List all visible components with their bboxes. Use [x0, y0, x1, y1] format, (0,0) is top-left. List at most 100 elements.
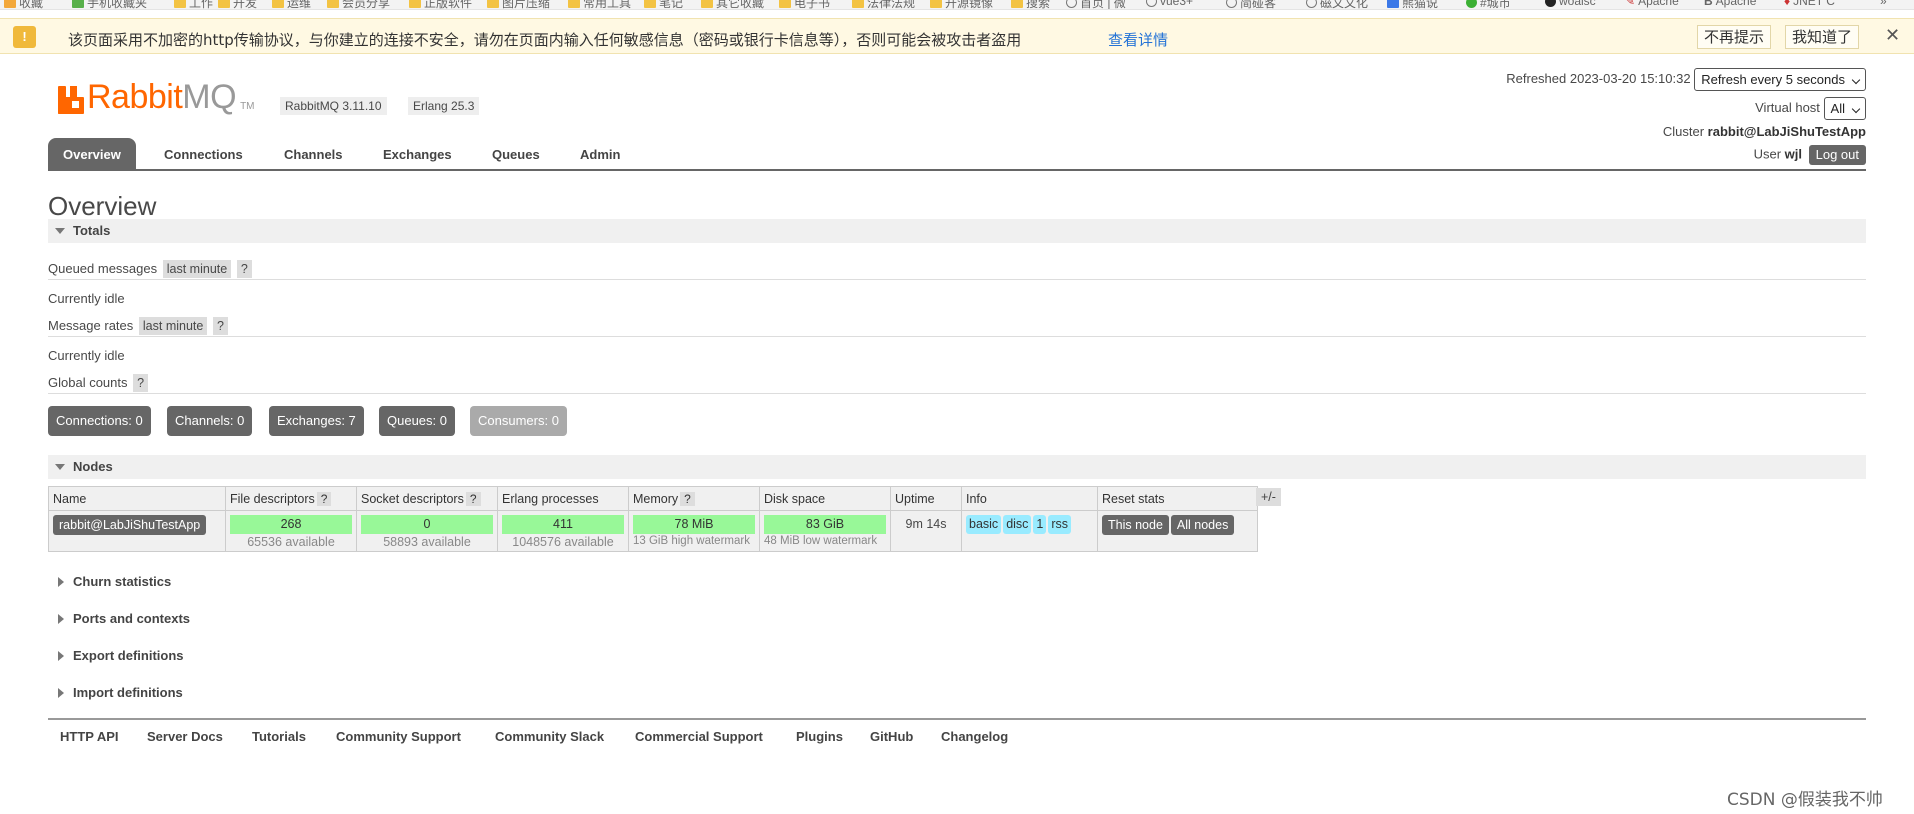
rabbitmq-logo[interactable]: Rabbit MQ TM	[58, 78, 255, 114]
bookmark-item[interactable]: 收藏	[4, 0, 43, 9]
folder-icon	[644, 0, 656, 8]
bookmark-item[interactable]: 运维	[272, 0, 311, 9]
totals-section-header[interactable]: Totals	[48, 219, 1866, 243]
divider	[48, 336, 1866, 337]
nodes-section-header[interactable]: Nodes	[48, 455, 1866, 479]
queues-count-button[interactable]: Queues: 0	[379, 406, 455, 436]
bookmark-item[interactable]: B Apache	[1704, 0, 1756, 8]
tab-connections[interactable]: Connections	[149, 138, 258, 171]
page-title: Overview	[48, 191, 157, 221]
reset-all-nodes-button[interactable]: All nodes	[1170, 515, 1235, 535]
bookmark-item[interactable]: 图片压缩	[487, 0, 550, 9]
connections-count-button[interactable]: Connections: 0	[48, 406, 151, 436]
exchanges-count-button[interactable]: Exchanges: 7	[269, 406, 364, 436]
bookmark-item[interactable]: 会员分享	[327, 0, 390, 9]
bookmark-item[interactable]: 笔记	[644, 0, 683, 9]
col-header-memory: Memory?	[628, 486, 760, 511]
footer-link-commercial-support[interactable]: Commercial Support	[635, 729, 763, 744]
bookmark-item[interactable]: 常用工具	[568, 0, 631, 9]
footer-link-community-support[interactable]: Community Support	[336, 729, 461, 744]
help-button[interactable]: ?	[133, 374, 149, 392]
footer-link-tutorials[interactable]: Tutorials	[252, 729, 306, 744]
ports-and-contexts-section[interactable]: Ports and contexts	[48, 607, 1866, 631]
got-it-button[interactable]: 我知道了	[1785, 25, 1860, 49]
bookmark-item[interactable]: 工作	[174, 0, 213, 9]
bookmark-item[interactable]: 搜索	[1011, 0, 1050, 9]
bookmark-item[interactable]: ♦ JNET C	[1784, 0, 1835, 8]
j-icon: ♦	[1784, 0, 1791, 8]
help-button[interactable]: ?	[212, 317, 228, 335]
channels-count-button[interactable]: Channels: 0	[167, 406, 253, 436]
bookmark-item[interactable]: 开发	[218, 0, 257, 9]
queued-range-selector[interactable]: last minute	[162, 260, 232, 278]
bookmark-item[interactable]: 简碰客	[1226, 0, 1276, 9]
tab-admin[interactable]: Admin	[565, 138, 635, 171]
node-name-link[interactable]: rabbit@LabJiShuTestApp	[53, 515, 207, 535]
tab-overview[interactable]: Overview	[48, 138, 136, 171]
close-icon[interactable]: ✕	[1885, 25, 1900, 46]
reset-this-node-button[interactable]: This node	[1102, 515, 1169, 535]
star-icon	[4, 0, 16, 8]
info-tag-disc[interactable]: disc	[1003, 515, 1032, 534]
bookmark-item[interactable]: ✎ Apache	[1625, 0, 1679, 8]
col-header-name: Name	[48, 486, 226, 511]
folder-icon	[930, 0, 942, 8]
footer-link-server-docs[interactable]: Server Docs	[147, 729, 223, 744]
folder-icon	[409, 0, 421, 8]
bookmark-item[interactable]: 手机收藏夹	[72, 0, 147, 9]
footer-link-http-api[interactable]: HTTP API	[60, 729, 119, 744]
collapsed-triangle-icon	[58, 577, 64, 587]
bookmark-item[interactable]: #城市	[1466, 0, 1511, 9]
bookmark-item[interactable]: 电子书	[779, 0, 830, 9]
bookmark-item[interactable]: 磁文文化	[1306, 0, 1368, 9]
globe-icon	[1306, 0, 1317, 8]
file-descriptors-cell: 268 65536 available	[225, 510, 357, 552]
tab-channels[interactable]: Channels	[269, 138, 358, 171]
vhost-select[interactable]: All	[1823, 97, 1866, 120]
help-button[interactable]: ?	[680, 491, 695, 506]
bookmark-item[interactable]: 其它收藏	[701, 0, 764, 9]
bookmark-item[interactable]: 正版软件	[409, 0, 472, 9]
export-definitions-section[interactable]: Export definitions	[48, 644, 1866, 668]
uptime-cell: 9m 14s	[890, 510, 962, 552]
bookmark-item[interactable]: woaisc	[1545, 0, 1596, 8]
footer-link-plugins[interactable]: Plugins	[796, 729, 843, 744]
expanded-triangle-icon	[55, 464, 65, 470]
wechat-icon	[1466, 0, 1477, 8]
site-icon	[1387, 0, 1399, 8]
rates-range-selector[interactable]: last minute	[138, 317, 208, 335]
bookmark-item[interactable]: 熊猫说	[1387, 0, 1438, 9]
footer-link-changelog[interactable]: Changelog	[941, 729, 1008, 744]
tab-exchanges[interactable]: Exchanges	[368, 138, 467, 171]
bookmarks-more-icon[interactable]: »	[1880, 0, 1887, 8]
toggle-columns-button[interactable]: +/-	[1256, 488, 1281, 506]
bookmark-item[interactable]: vue3+	[1146, 0, 1193, 8]
refresh-interval-select[interactable]: Refresh every 5 seconds	[1694, 68, 1866, 91]
no-remind-button[interactable]: 不再提示	[1697, 25, 1772, 49]
import-definitions-section[interactable]: Import definitions	[48, 681, 1866, 705]
folder-icon	[72, 0, 84, 8]
table-header-row: Name File descriptors? Socket descriptor…	[48, 486, 1258, 511]
memory-cell: 78 MiB 13 GiB high watermark	[628, 510, 760, 552]
tab-queues[interactable]: Queues	[477, 138, 555, 171]
bookmark-item[interactable]: 首页 | 微	[1066, 0, 1126, 9]
global-counts-row: Global counts ?	[48, 374, 149, 392]
help-button[interactable]: ?	[316, 491, 332, 506]
help-button[interactable]: ?	[236, 260, 252, 278]
footer-link-community-slack[interactable]: Community Slack	[495, 729, 604, 744]
file-descriptors-bar: 268	[230, 515, 352, 534]
info-tag-count[interactable]: 1	[1033, 515, 1047, 534]
info-tag-basic[interactable]: basic	[966, 515, 1002, 534]
col-header-uptime: Uptime	[890, 486, 962, 511]
socket-descriptors-bar: 0	[361, 515, 493, 534]
footer-link-github[interactable]: GitHub	[870, 729, 913, 744]
consumers-count-button[interactable]: Consumers: 0	[470, 406, 567, 436]
churn-statistics-section[interactable]: Churn statistics	[48, 570, 1866, 594]
bookmark-item[interactable]: 法律法规	[852, 0, 915, 9]
vhost-label: Virtual host	[1755, 99, 1820, 115]
bookmark-item[interactable]: 开源镜像	[930, 0, 993, 9]
help-button[interactable]: ?	[465, 491, 481, 506]
view-details-link[interactable]: 查看详情	[1108, 29, 1168, 50]
info-tag-rss[interactable]: rss	[1048, 515, 1072, 534]
vhost-row: Virtual host All	[1755, 97, 1866, 120]
